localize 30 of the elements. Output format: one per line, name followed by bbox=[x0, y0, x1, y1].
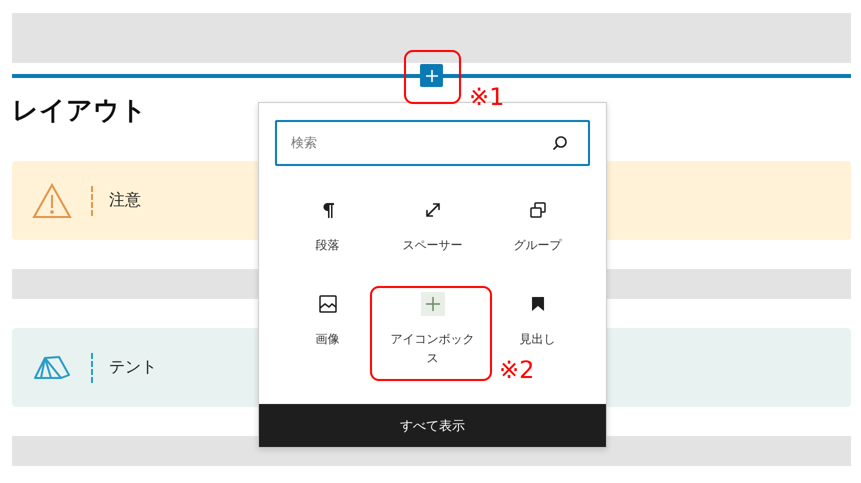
page-heading: レイアウト bbox=[12, 95, 147, 128]
block-type-item[interactable]: アイコンボックス bbox=[385, 290, 480, 368]
annotation-frame bbox=[404, 50, 461, 104]
annotation-label: ※1 bbox=[469, 84, 504, 110]
block-type-item[interactable]: グループ bbox=[514, 196, 562, 255]
block-type-item[interactable]: 見出し bbox=[520, 290, 556, 349]
overlapping-squares-icon bbox=[528, 201, 546, 219]
tent-icon bbox=[33, 354, 71, 380]
diagonal-arrows-icon bbox=[424, 201, 442, 219]
search-icon bbox=[552, 135, 568, 151]
block-type-item[interactable]: スペーサー bbox=[402, 196, 462, 255]
plus-icon bbox=[426, 70, 438, 82]
block-type-label: 見出し bbox=[520, 331, 556, 348]
annotation-label: ※2 bbox=[499, 357, 534, 383]
block-type-label: グループ bbox=[514, 237, 562, 254]
image-icon bbox=[318, 294, 338, 314]
search-field[interactable]: 検索 bbox=[275, 120, 590, 166]
block-type-label: 段落 bbox=[316, 237, 340, 254]
bookmark-icon bbox=[530, 296, 544, 312]
icon-box-text: 注意 bbox=[109, 190, 141, 211]
block-type-label: アイコンボックス bbox=[390, 331, 476, 367]
block-type-label: スペーサー bbox=[402, 237, 462, 254]
block-type-label: 画像 bbox=[316, 331, 340, 348]
plus-icon bbox=[420, 292, 444, 316]
show-all-button[interactable]: すべて表示 bbox=[259, 404, 606, 447]
icon-box-text: テント bbox=[109, 357, 157, 378]
block-type-item[interactable]: 画像 bbox=[316, 290, 340, 349]
warning-icon bbox=[32, 182, 72, 218]
block-type-item[interactable]: 段落 bbox=[316, 196, 340, 255]
add-block-button[interactable] bbox=[420, 64, 443, 87]
